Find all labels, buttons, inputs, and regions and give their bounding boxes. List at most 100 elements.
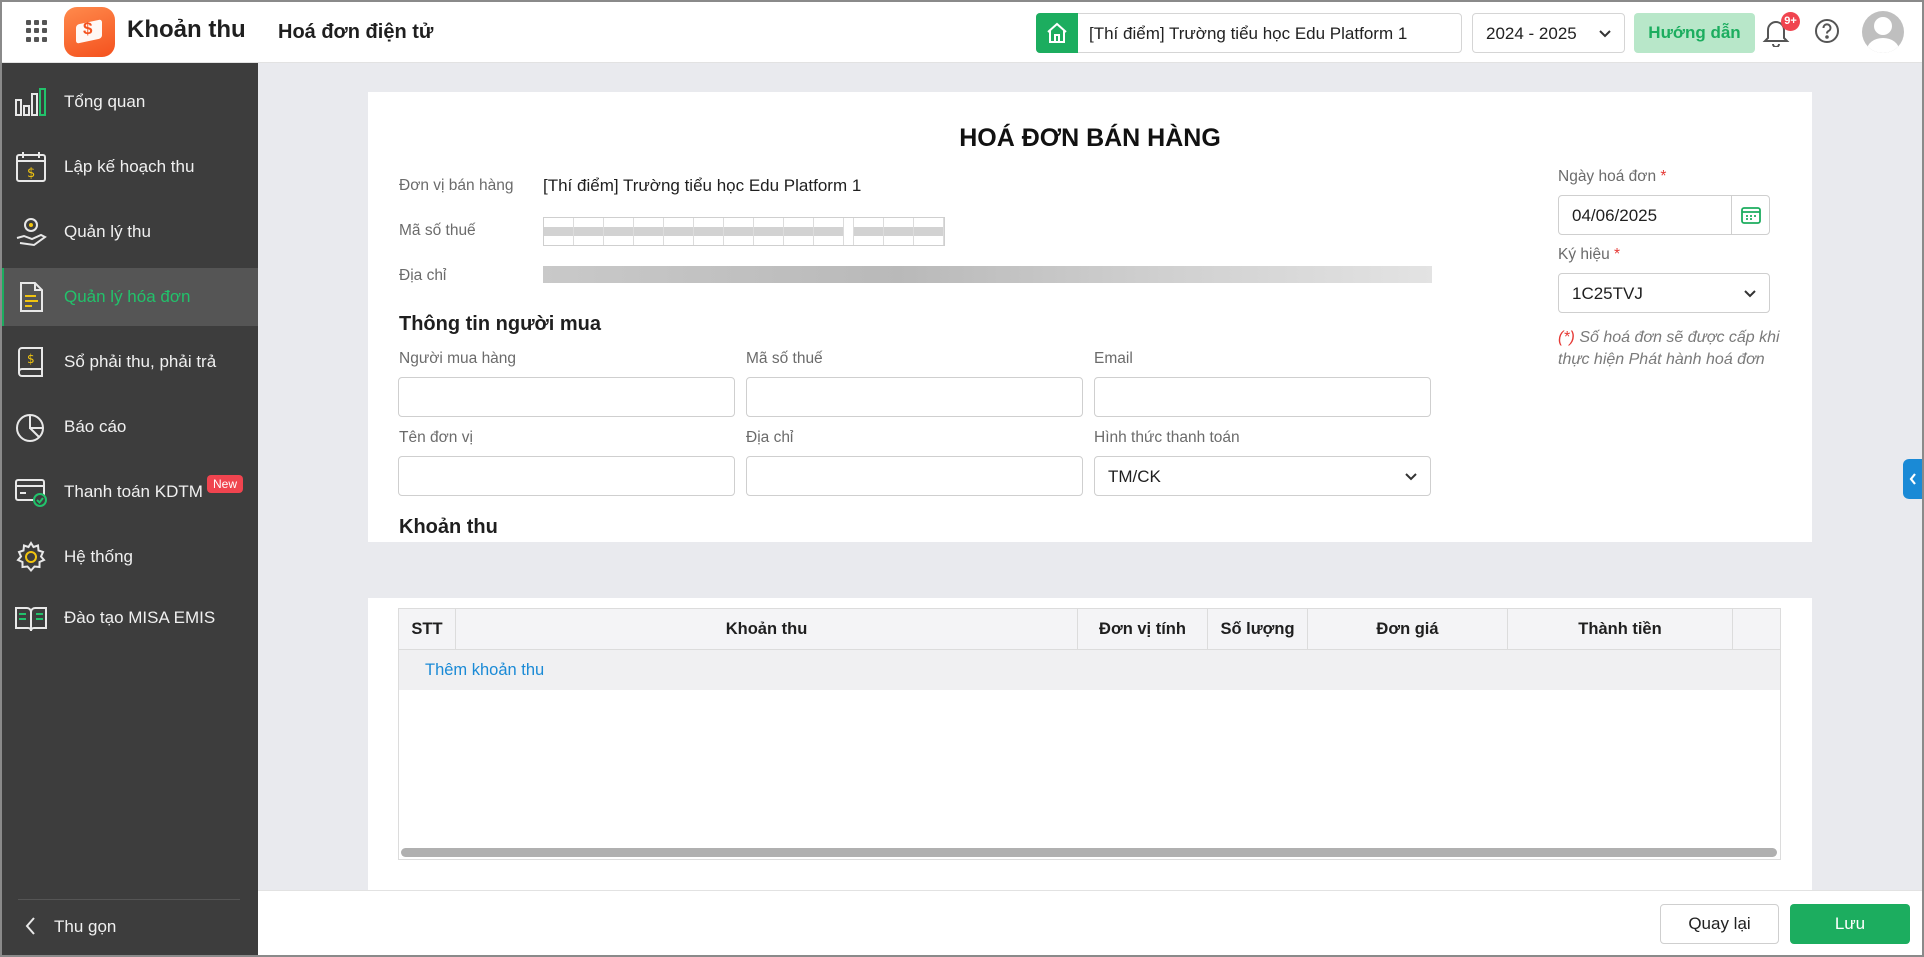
seller-tax-code-label: Mã số thuế (399, 222, 476, 239)
column-header-fee: Khoản thu (456, 609, 1078, 650)
sidebar-collapse-label: Thu gọn (54, 917, 117, 936)
invoice-date-input[interactable]: 04/06/2025 (1558, 195, 1770, 235)
seller-address-label: Địa chỉ (399, 267, 447, 284)
gear-icon (16, 541, 46, 573)
app-title: Khoản thu (127, 16, 246, 43)
buyer-section-title: Thông tin người mua (399, 313, 602, 335)
pie-chart-icon (16, 414, 44, 442)
sidebar-item-label: Sổ phải thu, phải trả (64, 352, 217, 371)
add-fee-row: Thêm khoản thu (399, 650, 1780, 690)
apps-grid-icon[interactable] (26, 20, 48, 42)
invoice-title: HOÁ ĐƠN BÁN HÀNG (959, 124, 1221, 152)
school-year-select[interactable]: 2024 - 2025 (1472, 13, 1625, 53)
hand-coin-icon (16, 218, 47, 247)
help-icon[interactable] (1814, 18, 1840, 44)
buyer-email-label: Email (1094, 350, 1133, 367)
sidebar-item-label: Đào tạo MISA EMIS (64, 608, 216, 627)
ledger-book-icon: $ (18, 347, 43, 377)
horizontal-scrollbar[interactable] (401, 848, 1777, 857)
school-year-value: 2024 - 2025 (1486, 24, 1577, 43)
sidebar-item-overview[interactable]: Tổng quan (0, 73, 258, 131)
svg-text:$: $ (27, 166, 35, 181)
seller-address-value (543, 266, 1432, 283)
buyer-tax-code-input[interactable] (746, 377, 1083, 417)
open-book-icon (15, 607, 47, 632)
chevron-down-icon (1405, 473, 1417, 481)
column-header-amount: Thành tiền (1508, 609, 1733, 650)
right-panel-toggle[interactable] (1903, 459, 1924, 499)
sidebar-item-report[interactable]: Báo cáo (0, 398, 258, 456)
buyer-address-label: Địa chỉ (746, 429, 794, 446)
invoice-date-label: Ngày hoá đơn * (1558, 168, 1667, 185)
invoice-number-note: (*) Số hoá đơn sẽ được cấp khi thực hiện… (1558, 329, 1780, 368)
invoice-date-value: 04/06/2025 (1572, 206, 1658, 225)
sidebar-item-collect[interactable]: Quản lý thu (0, 203, 258, 261)
new-badge: New (207, 475, 244, 493)
buyer-tax-code-label: Mã số thuế (746, 350, 823, 367)
add-fee-link[interactable]: Thêm khoản thu (425, 661, 544, 680)
calendar-money-icon: $ (16, 152, 46, 182)
sidebar-divider (18, 899, 240, 900)
save-button[interactable]: Lưu (1790, 904, 1910, 944)
fees-table-header: STT Khoản thu Đơn vị tính Số lượng Đơn g… (399, 609, 1780, 650)
top-header: Khoản thu Hoá đơn điện tử [Thí điểm] Trư… (0, 0, 1924, 63)
sidebar-item-training[interactable]: Đào tạo MISA EMIS (0, 589, 258, 647)
sidebar-item-ledger[interactable]: $ Sổ phải thu, phải trả (0, 333, 258, 391)
sidebar-item-label: Lập kế hoạch thu (64, 157, 195, 176)
bar-chart-icon (15, 88, 46, 116)
seller-tax-code-value (543, 217, 945, 246)
buyer-name-label: Người mua hàng (399, 350, 517, 367)
sidebar-item-invoice[interactable]: Quản lý hóa đơn (0, 268, 258, 326)
back-button[interactable]: Quay lại (1660, 904, 1779, 944)
guide-button[interactable]: Hướng dẫn (1634, 13, 1755, 53)
payment-method-select[interactable]: TM/CK (1094, 456, 1431, 496)
card-payment-icon (15, 479, 47, 507)
buyer-address-input[interactable] (746, 456, 1083, 496)
sidebar-item-label: Hệ thống (64, 547, 133, 566)
invoice-symbol-value: 1C25TVJ (1572, 284, 1643, 303)
school-select-value: [Thí điểm] Trường tiểu học Edu Platform … (1089, 24, 1408, 43)
chevron-down-icon (1599, 30, 1611, 38)
unit-name-label: Tên đơn vị (399, 429, 473, 446)
column-header-unit-price: Đơn giá (1308, 609, 1508, 650)
sidebar: Tổng quan $ Lập kế hoạch thu Quản lý thu… (0, 63, 258, 957)
calendar-icon (1741, 207, 1761, 224)
school-select[interactable]: [Thí điểm] Trường tiểu học Edu Platform … (1036, 13, 1462, 53)
sidebar-item-label: Quản lý thu (64, 222, 151, 241)
invoice-symbol-label: Ký hiệu * (1558, 246, 1621, 263)
column-header-actions (1733, 609, 1780, 650)
svg-text:$: $ (27, 352, 35, 366)
sidebar-item-cashless-payment[interactable]: Thanh toán KDTM New (0, 463, 258, 521)
notification-badge: 9+ (1781, 12, 1800, 31)
sidebar-item-label: Báo cáo (64, 417, 127, 436)
column-header-stt: STT (399, 609, 456, 650)
buyer-name-input[interactable] (398, 377, 735, 417)
payment-method-label: Hình thức thanh toán (1094, 429, 1240, 446)
buyer-email-input[interactable] (1094, 377, 1431, 417)
seller-value: [Thí điểm] Trường tiểu học Edu Platform … (543, 176, 862, 195)
sidebar-collapse[interactable]: Thu gọn (22, 915, 116, 942)
sidebar-item-label: Thanh toán KDTM (64, 482, 203, 501)
invoice-symbol-select[interactable]: 1C25TVJ (1558, 273, 1770, 313)
fees-table: STT Khoản thu Đơn vị tính Số lượng Đơn g… (398, 608, 1781, 860)
chevron-down-icon (1744, 290, 1756, 298)
fees-section-title: Khoản thu (399, 516, 498, 538)
sidebar-item-label: Tổng quan (64, 92, 146, 111)
unit-name-input[interactable] (398, 456, 735, 496)
column-header-unit: Đơn vị tính (1078, 609, 1208, 650)
sidebar-item-system[interactable]: Hệ thống (0, 528, 258, 586)
seller-label: Đơn vị bán hàng (399, 177, 514, 194)
column-header-quantity: Số lượng (1208, 609, 1308, 650)
page-title: Hoá đơn điện tử (278, 21, 434, 43)
chevron-left-icon (25, 917, 35, 935)
sidebar-item-label: Quản lý hóa đơn (64, 287, 191, 306)
app-logo (64, 7, 115, 57)
fees-table-card: STT Khoản thu Đơn vị tính Số lượng Đơn g… (368, 598, 1812, 890)
footer-bar: Quay lại Lưu (258, 890, 1924, 957)
calendar-button[interactable] (1731, 196, 1769, 234)
chevron-left-icon (1909, 473, 1916, 485)
sidebar-item-plan[interactable]: $ Lập kế hoạch thu (0, 138, 258, 196)
user-avatar[interactable] (1862, 11, 1904, 53)
home-icon (1036, 13, 1078, 53)
invoice-icon (20, 282, 43, 312)
